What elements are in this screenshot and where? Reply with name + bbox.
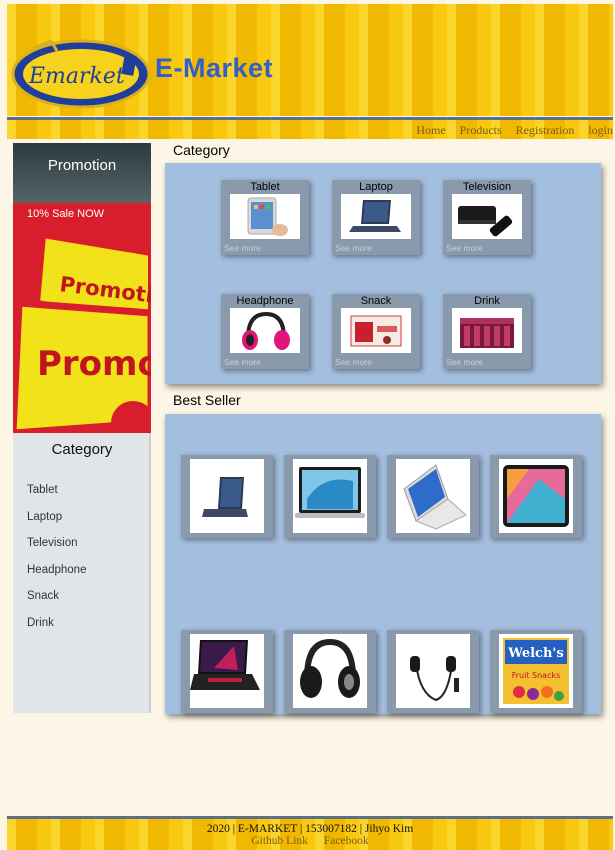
see-more-link[interactable]: See more xyxy=(224,357,261,367)
footer-copyright: 2020 | E-MARKET | 153007182 | Jihyo Kim xyxy=(206,823,414,835)
category-card-drink[interactable]: Drink See more xyxy=(443,294,531,369)
sidebar-item-snack[interactable]: Snack xyxy=(27,590,86,617)
best-seller-item[interactable] xyxy=(181,630,273,713)
site-title: E-Market xyxy=(155,53,274,83)
best-seller-item[interactable] xyxy=(284,455,376,538)
category-card-name: Headphone xyxy=(236,295,294,307)
sidebar-item-television[interactable]: Television xyxy=(27,537,86,564)
sidebar-item-headphone[interactable]: Headphone xyxy=(27,564,86,591)
see-more-link[interactable]: See more xyxy=(446,357,483,367)
best-seller-item[interactable]: Welch's Fruit Snacks xyxy=(490,630,582,713)
category-card-name: Snack xyxy=(360,295,392,307)
nav-products-link[interactable]: Products xyxy=(460,123,502,138)
tablet-image xyxy=(230,194,300,239)
svg-text:Promo: Promo xyxy=(37,344,151,384)
sidebar-item-tablet[interactable]: Tablet xyxy=(27,484,86,511)
tv-box-image xyxy=(452,194,522,239)
over-ear-headphone-image xyxy=(293,634,367,708)
category-card-laptop[interactable]: Laptop See more xyxy=(332,180,420,255)
category-sidebar: Category Tablet Laptop Television Headph… xyxy=(13,433,151,713)
github-link[interactable]: Github Link xyxy=(251,835,308,847)
welchs-fruit-snacks-image: Welch's Fruit Snacks xyxy=(499,634,573,708)
nav-login-link[interactable]: login xyxy=(588,123,613,138)
convertible-laptop-image xyxy=(396,459,470,533)
headphone-image xyxy=(230,308,300,353)
best-seller-section-title: Best Seller xyxy=(173,392,241,408)
laptop-image xyxy=(190,459,264,533)
sidebar-item-laptop[interactable]: Laptop xyxy=(27,511,86,538)
best-seller-item[interactable] xyxy=(490,455,582,538)
svg-text:Fruit Snacks: Fruit Snacks xyxy=(512,671,561,680)
promotion-title: Promotion xyxy=(47,157,117,174)
best-seller-item[interactable] xyxy=(181,455,273,538)
facebook-link[interactable]: Facebook xyxy=(324,835,369,847)
category-card-name: Drink xyxy=(474,295,500,307)
promotion-sign-image: Promotio Promo xyxy=(13,143,151,433)
category-card-television[interactable]: Television See more xyxy=(443,180,531,255)
sidebar-item-drink[interactable]: Drink xyxy=(27,617,86,644)
see-more-link[interactable]: See more xyxy=(446,243,483,253)
drink-image xyxy=(452,308,522,353)
see-more-link[interactable]: See more xyxy=(335,243,372,253)
gaming-laptop-image xyxy=(190,634,264,708)
category-card-name: Laptop xyxy=(359,181,393,193)
promotion-subtitle: 10% Sale NOW xyxy=(27,208,105,220)
snack-image xyxy=(341,308,411,353)
best-seller-item[interactable] xyxy=(387,630,479,713)
best-seller-item[interactable] xyxy=(387,455,479,538)
svg-text:Welch's: Welch's xyxy=(507,646,563,661)
see-more-link[interactable]: See more xyxy=(224,243,261,253)
emarket-logo[interactable]: Emarket xyxy=(11,37,151,111)
category-card-tablet[interactable]: Tablet See more xyxy=(221,180,309,255)
category-card-snack[interactable]: Snack See more xyxy=(332,294,420,369)
category-panel: Tablet See more Laptop See more Televisi… xyxy=(165,163,601,384)
category-section-title: Category xyxy=(173,142,230,158)
see-more-link[interactable]: See more xyxy=(335,357,372,367)
sidebar-title: Category xyxy=(51,441,113,458)
macbook-image xyxy=(293,459,367,533)
category-card-headphone[interactable]: Headphone See more xyxy=(221,294,309,369)
best-seller-panel: Welch's Fruit Snacks xyxy=(165,414,601,714)
promotion-banner[interactable]: Promotio Promo Promotion 10% Sale NOW xyxy=(13,143,151,433)
earphones-image xyxy=(396,634,470,708)
best-seller-item[interactable] xyxy=(284,630,376,713)
site-header: Emarket E-Market xyxy=(7,4,613,116)
site-footer: 2020 | E-MARKET | 153007182 | Jihyo Kim … xyxy=(7,816,613,850)
laptop-image xyxy=(341,194,411,239)
nav-registration-link[interactable]: Registration xyxy=(516,123,575,138)
nav-home-link[interactable]: Home xyxy=(416,123,445,138)
category-card-name: Tablet xyxy=(250,181,280,193)
logo-text: Emarket xyxy=(28,64,125,89)
android-tablet-image xyxy=(499,459,573,533)
category-card-name: Television xyxy=(462,181,512,193)
nav-bar: Home Products Registration login xyxy=(7,117,613,139)
